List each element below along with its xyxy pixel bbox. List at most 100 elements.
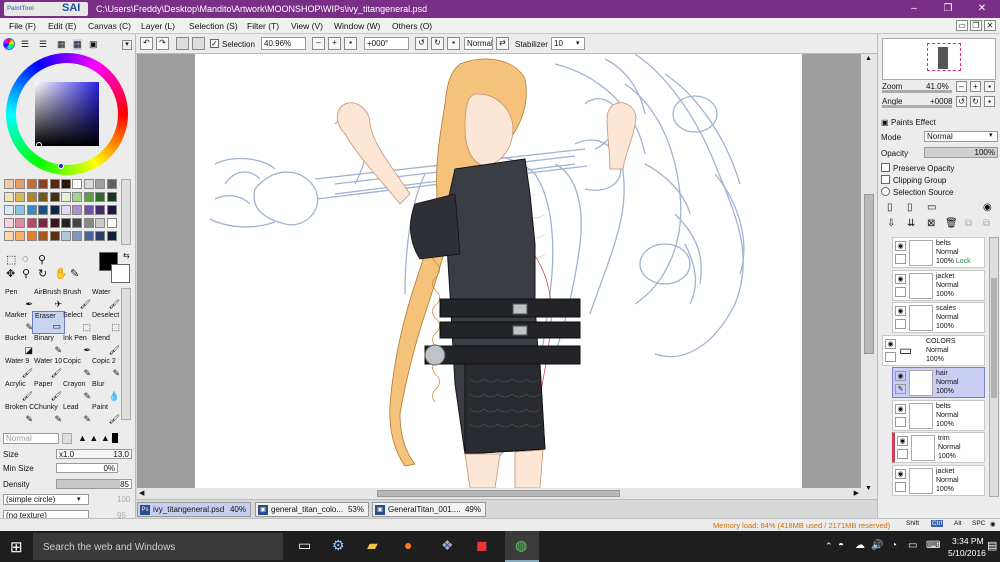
color-swatch[interactable] xyxy=(95,218,106,228)
color-swatch[interactable] xyxy=(61,218,71,228)
eyedropper-icon[interactable]: ✎ xyxy=(70,267,79,280)
layer-mode-select[interactable]: Normal xyxy=(924,131,998,142)
menu-filter[interactable]: Filter (T) xyxy=(247,21,279,31)
tool-paint[interactable]: Paint 🖌 xyxy=(90,403,123,426)
rotate-reset-icon[interactable]: ▪ xyxy=(447,37,460,50)
firefox-icon[interactable]: ● xyxy=(404,537,412,553)
color-swatch[interactable] xyxy=(4,218,14,228)
layer-row[interactable]: ◉ belts Normal 100% Lock xyxy=(892,237,985,268)
layer-panel-menu-icon[interactable]: ◉ xyxy=(983,202,992,213)
tray-cloud-icon[interactable]: ☁ xyxy=(855,540,865,551)
scratchpad-tab-icon[interactable]: ▣ xyxy=(89,39,98,50)
color-swatch[interactable] xyxy=(83,231,94,241)
menu-layer[interactable]: Layer (L) xyxy=(141,21,175,31)
rect-select-icon[interactable]: ⬚ xyxy=(6,253,16,266)
color-swatch[interactable] xyxy=(72,231,83,241)
clipping-group-checkbox[interactable] xyxy=(881,175,890,184)
lasso-icon[interactable]: ◌ xyxy=(22,253,29,265)
nav-rotate-reset-icon[interactable]: ▪ xyxy=(984,96,995,107)
file-explorer-icon[interactable]: ▰ xyxy=(367,537,378,554)
taskbar-search-box[interactable]: Search the web and Windows xyxy=(33,533,283,560)
canvas-blend-select[interactable]: Normal xyxy=(464,37,493,50)
color-swatch[interactable] xyxy=(15,231,26,241)
menu-canvas[interactable]: Canvas (C) xyxy=(88,21,131,31)
scroll-down-icon[interactable]: ▼ xyxy=(865,485,872,492)
new-folder-icon[interactable]: ▭ xyxy=(927,202,936,213)
shape-dropdown-icon[interactable]: ▾ xyxy=(77,495,81,503)
layer-visibility-icon[interactable]: ◉ xyxy=(895,468,906,479)
menu-others[interactable]: Others (O) xyxy=(392,21,432,31)
nav-zoom-reset-icon[interactable]: ▪ xyxy=(984,81,995,92)
sai-taskbar-button[interactable]: ◍ xyxy=(505,531,539,562)
color-swatch[interactable] xyxy=(95,205,106,215)
rotate-icon[interactable]: ↻ xyxy=(38,267,47,280)
tool-deselect[interactable]: Deselect ⬚ xyxy=(90,311,123,334)
layer-row[interactable]: ◉ ▭ COLORS Normal 100% xyxy=(882,334,985,366)
menu-minimize-icon[interactable]: ▭ xyxy=(956,20,968,31)
layer-lock-icon[interactable] xyxy=(885,351,896,362)
tray-message-icon[interactable]: ▭ xyxy=(908,540,917,551)
flip-canvas-icon[interactable]: ⇄ xyxy=(496,37,509,50)
menu-selection[interactable]: Selection (S) xyxy=(189,21,238,31)
canvas-area[interactable] xyxy=(137,54,861,488)
preserve-opacity-checkbox[interactable] xyxy=(881,163,890,172)
scroll-right-icon[interactable]: ▶ xyxy=(854,489,859,497)
tool-blend[interactable]: Blend 🖌 xyxy=(90,334,123,357)
tool-blur[interactable]: Blur 💧 xyxy=(90,380,123,403)
horizontal-scroll-thumb[interactable] xyxy=(377,490,620,497)
collapse-color-icon[interactable]: ▾ xyxy=(122,40,132,50)
duplicate-layer-icon[interactable]: ⧉ xyxy=(965,218,972,229)
color-swatch[interactable] xyxy=(83,179,94,189)
layer-lock-icon[interactable]: ✎ xyxy=(895,384,906,394)
color-swatch[interactable] xyxy=(15,218,26,228)
rotate-right-icon[interactable]: ↻ xyxy=(431,37,444,50)
rotation-field[interactable]: +000° xyxy=(364,37,409,50)
layer-opacity-slider[interactable]: 100% xyxy=(924,147,998,158)
zoom-icon[interactable]: ⚲ xyxy=(22,267,30,280)
scroll-left-icon[interactable]: ◀ xyxy=(139,489,144,497)
menu-close-icon[interactable]: ✕ xyxy=(984,20,996,31)
color-swatch[interactable] xyxy=(61,231,71,241)
vertical-scrollbar[interactable]: ▲ ▼ xyxy=(861,54,877,499)
navigator-preview[interactable] xyxy=(882,38,996,80)
color-swatch[interactable] xyxy=(15,205,26,215)
swatch-scrollbar[interactable] xyxy=(121,179,131,245)
menu-restore-icon[interactable]: ❐ xyxy=(970,20,982,31)
color-swatch[interactable] xyxy=(49,218,60,228)
close-button[interactable]: ✕ xyxy=(974,2,990,15)
menu-view[interactable]: View (V) xyxy=(291,21,323,31)
layer-row[interactable]: ◉ belts Normal 100% xyxy=(892,399,985,431)
tray-keyboard-icon[interactable]: ⌨ xyxy=(926,540,940,551)
paints-effect-toggle-icon[interactable]: ▣ xyxy=(881,118,889,127)
brush-shape-icons[interactable]: ▲ ▲ ▲ ■ xyxy=(78,433,118,443)
layer-row[interactable]: ◉ scales Normal 100% xyxy=(892,302,985,333)
scroll-up-icon[interactable]: ▲ xyxy=(865,55,872,62)
layer-lock-icon[interactable] xyxy=(897,449,908,459)
document-tab[interactable]: ▣ general_titan_colo... 53% xyxy=(255,502,369,517)
hand-icon[interactable]: ✋ xyxy=(54,267,68,280)
document-tab[interactable]: ▣ GeneralTitan_001.... 49% xyxy=(372,502,486,517)
color-swatch[interactable] xyxy=(106,231,117,241)
color-swatch[interactable] xyxy=(83,205,94,215)
task-view-icon[interactable]: ▭ xyxy=(298,537,311,554)
layer-visibility-icon[interactable]: ◉ xyxy=(895,403,906,414)
color-swatch[interactable] xyxy=(15,192,26,202)
layer-visibility-icon[interactable]: ◉ xyxy=(895,306,906,316)
color-swatch[interactable] xyxy=(26,192,37,202)
color-swatch[interactable] xyxy=(106,192,117,202)
saturation-value-square[interactable] xyxy=(35,82,99,146)
minimize-button[interactable]: – xyxy=(906,2,922,15)
zoom-out-icon[interactable]: – xyxy=(312,37,325,50)
tool-copic-2[interactable]: Copic 2 ✎ xyxy=(90,357,123,380)
layer-mode-dropdown-icon[interactable]: ▾ xyxy=(989,131,993,139)
color-swatch[interactable] xyxy=(49,179,60,189)
move-icon[interactable]: ✥ xyxy=(6,267,15,280)
deselect-icon[interactable] xyxy=(176,37,189,50)
density-slider[interactable]: 85 xyxy=(56,479,132,489)
color-wheel-tab-icon[interactable] xyxy=(3,38,15,50)
color-swatch[interactable] xyxy=(38,192,49,202)
color-swatch[interactable] xyxy=(4,231,14,241)
redo-icon[interactable]: ↷ xyxy=(156,37,169,50)
nav-zoom-out-icon[interactable]: – xyxy=(956,81,967,92)
canvas-document[interactable] xyxy=(195,54,802,488)
